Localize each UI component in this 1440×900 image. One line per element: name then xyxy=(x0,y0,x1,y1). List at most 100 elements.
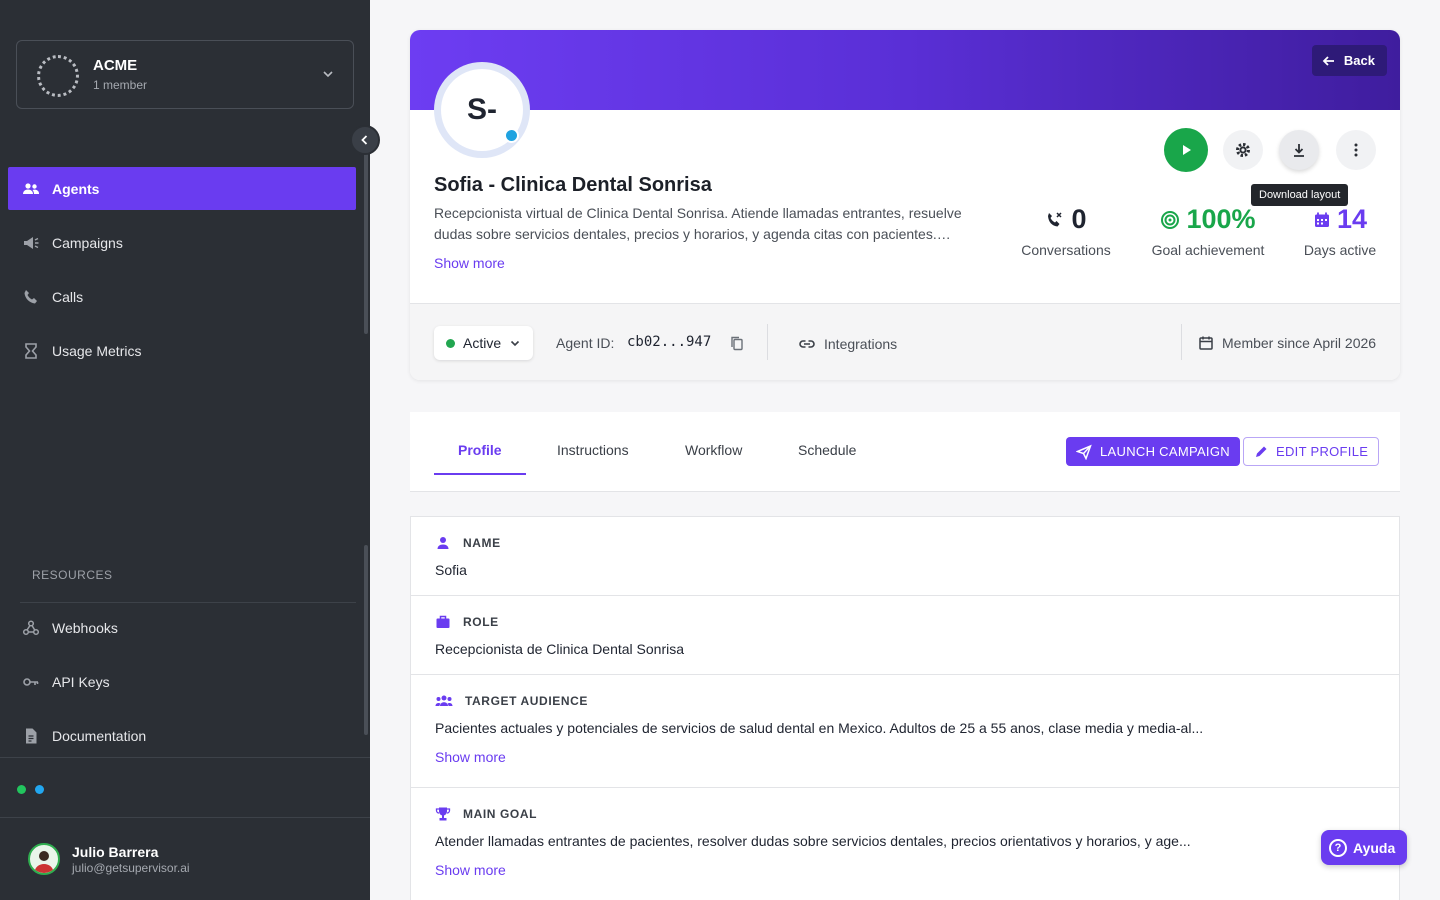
org-logo xyxy=(37,55,79,97)
sidebar: ACME 1 member Agents Campaigns Calls Usa… xyxy=(0,0,370,900)
field-value: Atender llamadas entrantes de pacientes,… xyxy=(435,833,1191,849)
integrations-label: Integrations xyxy=(824,336,898,352)
field-name: NAME Sofia xyxy=(411,517,1399,596)
people-icon xyxy=(22,180,40,198)
tab-workflow[interactable]: Workflow xyxy=(685,442,742,458)
tab-schedule[interactable]: Schedule xyxy=(798,442,856,458)
stat-conversations: 0 Conversations xyxy=(1021,204,1111,258)
help-icon: ? xyxy=(1329,838,1347,857)
document-icon xyxy=(22,727,40,745)
status-dropdown[interactable]: Active xyxy=(434,326,534,360)
org-switcher[interactable]: ACME 1 member xyxy=(16,40,354,109)
calendar-icon xyxy=(1314,212,1329,227)
sidebar-scrollbar[interactable] xyxy=(364,150,368,334)
sidebar-item-usage-metrics[interactable]: Usage Metrics xyxy=(8,329,356,372)
play-icon xyxy=(1183,145,1191,155)
integrations-link[interactable]: Integrations xyxy=(798,335,897,353)
sidebar-item-label: Campaigns xyxy=(52,234,123,251)
agent-meta-bar: Active Agent ID: cb02...947 Integrations… xyxy=(410,303,1400,380)
agent-header-card: Back S- Sofia - Clinica Dental Sonrisa R… xyxy=(410,30,1400,380)
webhook-icon xyxy=(22,619,40,637)
stat-label: Conversations xyxy=(1021,242,1111,258)
show-more-link[interactable]: Show more xyxy=(435,749,506,765)
megaphone-icon xyxy=(22,234,40,252)
key-icon xyxy=(22,673,40,691)
status-dot xyxy=(446,338,455,348)
person-icon xyxy=(437,537,449,549)
agent-id-value: cb02...947 xyxy=(627,334,712,350)
field-value: Recepcionista de Clinica Dental Sonrisa xyxy=(435,641,685,657)
status-dot-green xyxy=(17,785,26,794)
back-button[interactable]: Back xyxy=(1311,45,1387,76)
agent-description: Recepcionista virtual de Clinica Dental … xyxy=(434,205,962,242)
status-dot-blue xyxy=(35,785,44,794)
sidebar-item-label: API Keys xyxy=(52,673,110,690)
gear-icon xyxy=(1236,143,1250,157)
field-label: ROLE xyxy=(463,615,499,629)
help-button[interactable]: ? Ayuda xyxy=(1321,830,1408,865)
org-member-count: 1 member xyxy=(93,78,148,92)
user-email: julio@getsupervisor.ai xyxy=(72,861,190,875)
copy-icon[interactable] xyxy=(729,335,745,356)
tabs-bar: Profile Instructions Workflow Schedule L… xyxy=(410,412,1400,492)
show-more-link[interactable]: Show more xyxy=(434,255,505,271)
briefcase-icon xyxy=(436,615,450,628)
launch-campaign-button[interactable]: LAUNCH CAMPAIGN xyxy=(1066,437,1240,466)
divider xyxy=(1181,324,1182,360)
user-name: Julio Barrera xyxy=(72,844,159,860)
phone-icon xyxy=(22,288,40,306)
field-label: MAIN GOAL xyxy=(463,807,538,821)
help-label: Ayuda xyxy=(1353,839,1396,856)
sidebar-item-campaigns[interactable]: Campaigns xyxy=(8,221,356,264)
divider xyxy=(20,602,356,603)
stat-value: 14 xyxy=(1336,204,1368,234)
tooltip: Download layout xyxy=(1251,184,1349,206)
show-more-link[interactable]: Show more xyxy=(435,862,506,878)
edit-profile-button[interactable]: EDIT PROFILE xyxy=(1243,437,1380,466)
tab-instructions[interactable]: Instructions xyxy=(557,442,629,458)
sidebar-scrollbar-lower[interactable] xyxy=(364,545,368,735)
avatar[interactable] xyxy=(28,843,60,875)
field-main-goal: MAIN GOAL Atender llamadas entrantes de … xyxy=(411,788,1399,900)
sidebar-item-api-keys[interactable]: API Keys xyxy=(8,660,356,703)
link-icon xyxy=(799,340,815,348)
chevron-down-icon xyxy=(511,340,520,347)
calendar-icon xyxy=(1199,336,1213,350)
stat-label: Goal achievement xyxy=(1151,242,1265,258)
agent-id-label: Agent ID: xyxy=(556,335,615,351)
sidebar-item-agents[interactable]: Agents xyxy=(8,167,356,210)
collapse-sidebar-button[interactable] xyxy=(350,125,380,155)
field-role: ROLE Recepcionista de Clinica Dental Son… xyxy=(411,596,1399,675)
play-button[interactable] xyxy=(1164,128,1208,172)
hourglass-icon xyxy=(22,342,40,360)
online-status-dot xyxy=(504,128,519,143)
field-value: Pacientes actuales y potenciales de serv… xyxy=(435,720,1204,736)
field-label: TARGET AUDIENCE xyxy=(465,694,588,708)
sidebar-item-webhooks[interactable]: Webhooks xyxy=(8,606,356,649)
chevron-left-icon xyxy=(361,135,368,145)
active-tab-indicator xyxy=(434,473,526,475)
send-icon xyxy=(1076,444,1092,460)
sidebar-item-documentation[interactable]: Documentation xyxy=(8,714,356,757)
sidebar-item-label: Documentation xyxy=(52,727,147,744)
member-since: Member since April 2026 xyxy=(1198,335,1376,351)
sidebar-item-calls[interactable]: Calls xyxy=(8,275,356,318)
agent-avatar: S- xyxy=(434,62,530,158)
status-indicators xyxy=(0,757,370,818)
chevron-down-icon xyxy=(323,71,333,78)
sidebar-item-label: Agents xyxy=(52,180,100,197)
stat-label: Days active xyxy=(1303,242,1377,258)
sidebar-item-label: Webhooks xyxy=(52,619,118,636)
settings-button[interactable] xyxy=(1223,130,1263,170)
field-label: NAME xyxy=(463,536,501,550)
stat-days-active: 14 Days active xyxy=(1302,204,1378,258)
more-options-button[interactable] xyxy=(1336,130,1376,170)
profile-fields: NAME Sofia ROLE Recepcionista de Clinica… xyxy=(410,516,1400,900)
tab-profile[interactable]: Profile xyxy=(458,442,502,458)
field-target-audience: TARGET AUDIENCE Pacientes actuales y pot… xyxy=(411,675,1399,788)
sidebar-item-label: Calls xyxy=(52,288,84,305)
page-title: Sofia - Clinica Dental Sonrisa xyxy=(434,174,712,196)
divider xyxy=(767,324,768,360)
download-layout-button[interactable] xyxy=(1279,130,1319,170)
launch-campaign-label: LAUNCH CAMPAIGN xyxy=(1100,444,1230,459)
